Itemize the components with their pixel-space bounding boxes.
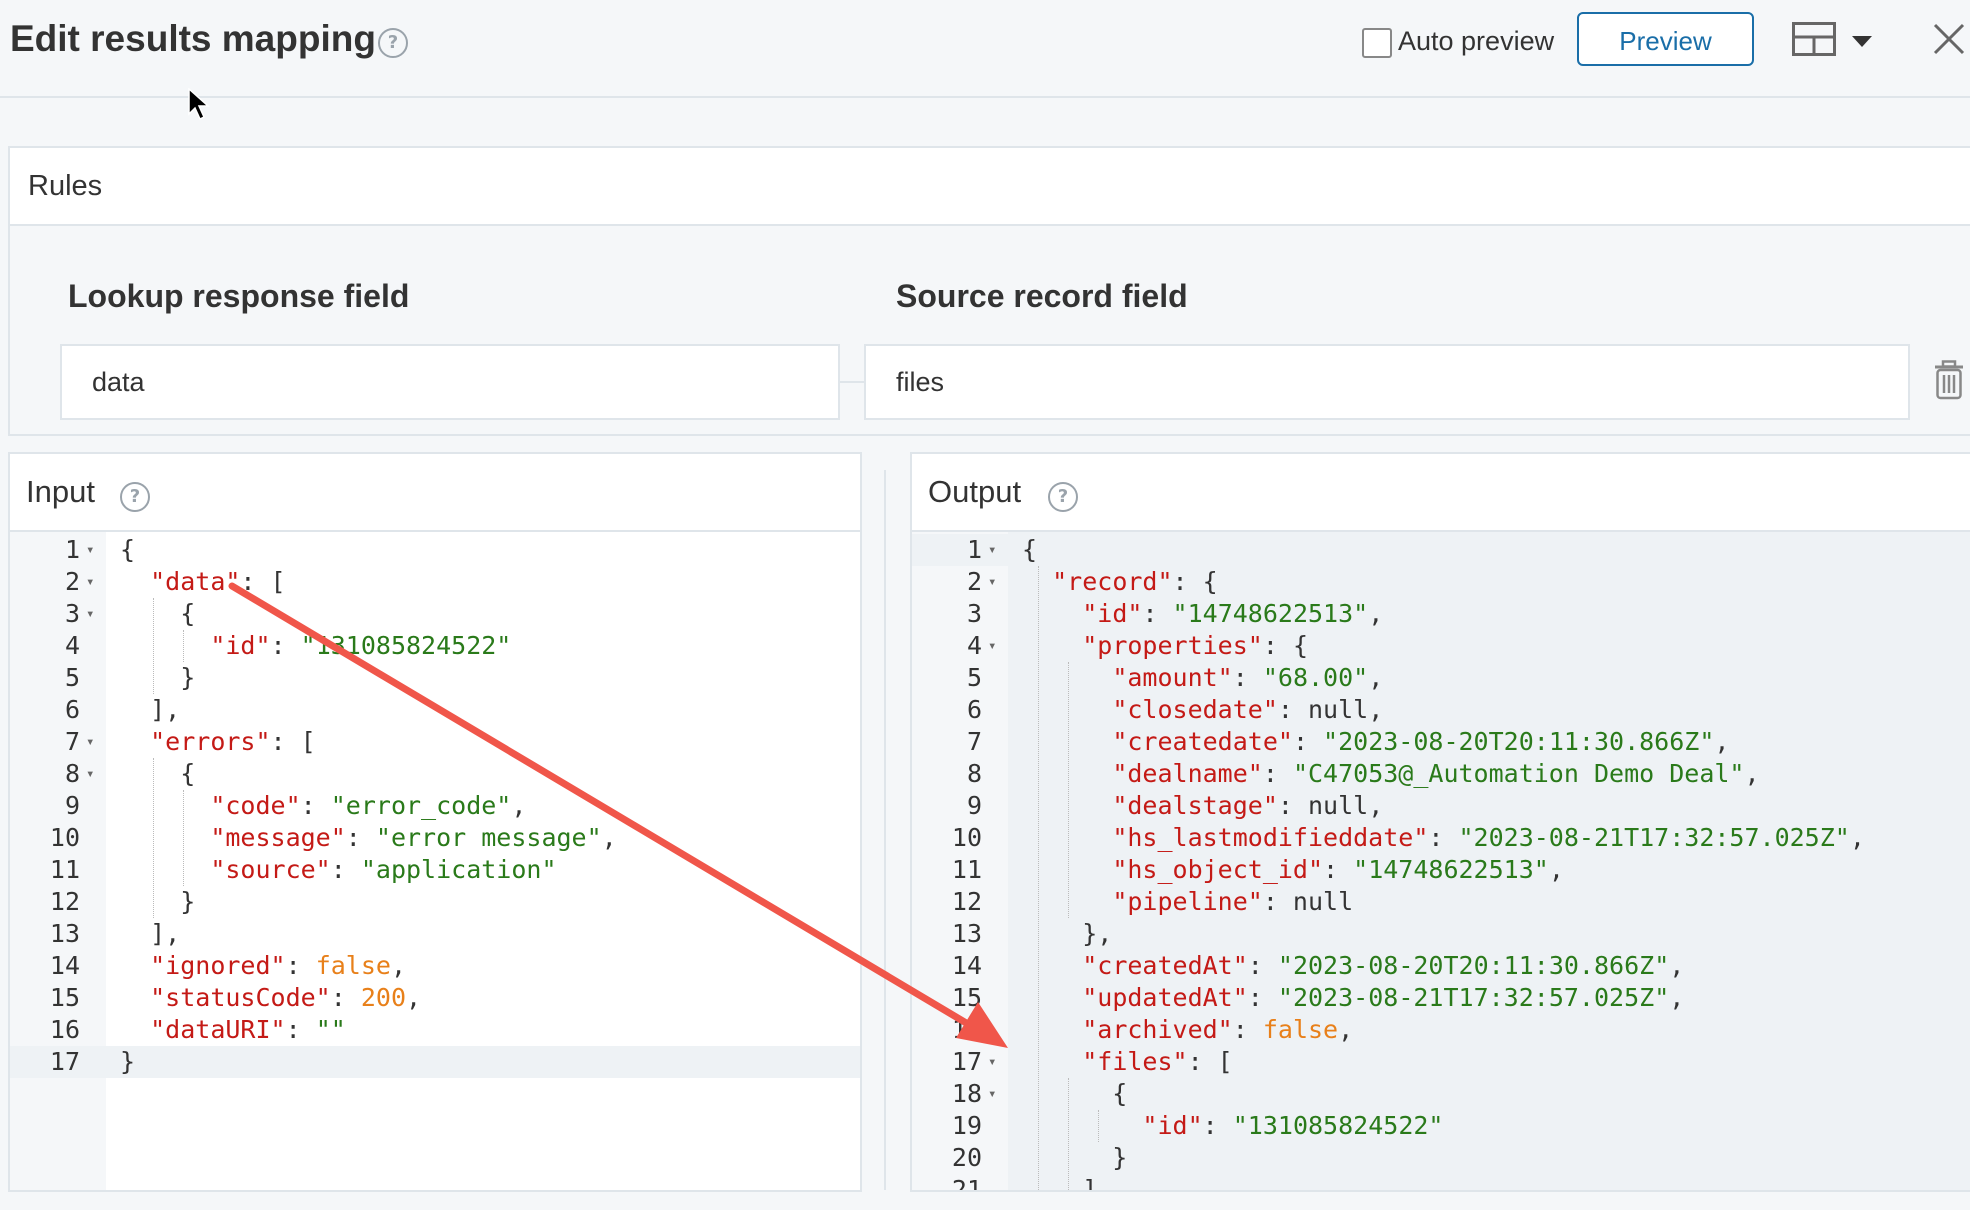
annotation-arrow [228, 582, 982, 1034]
annotation-arrow-layer [228, 582, 1008, 1048]
